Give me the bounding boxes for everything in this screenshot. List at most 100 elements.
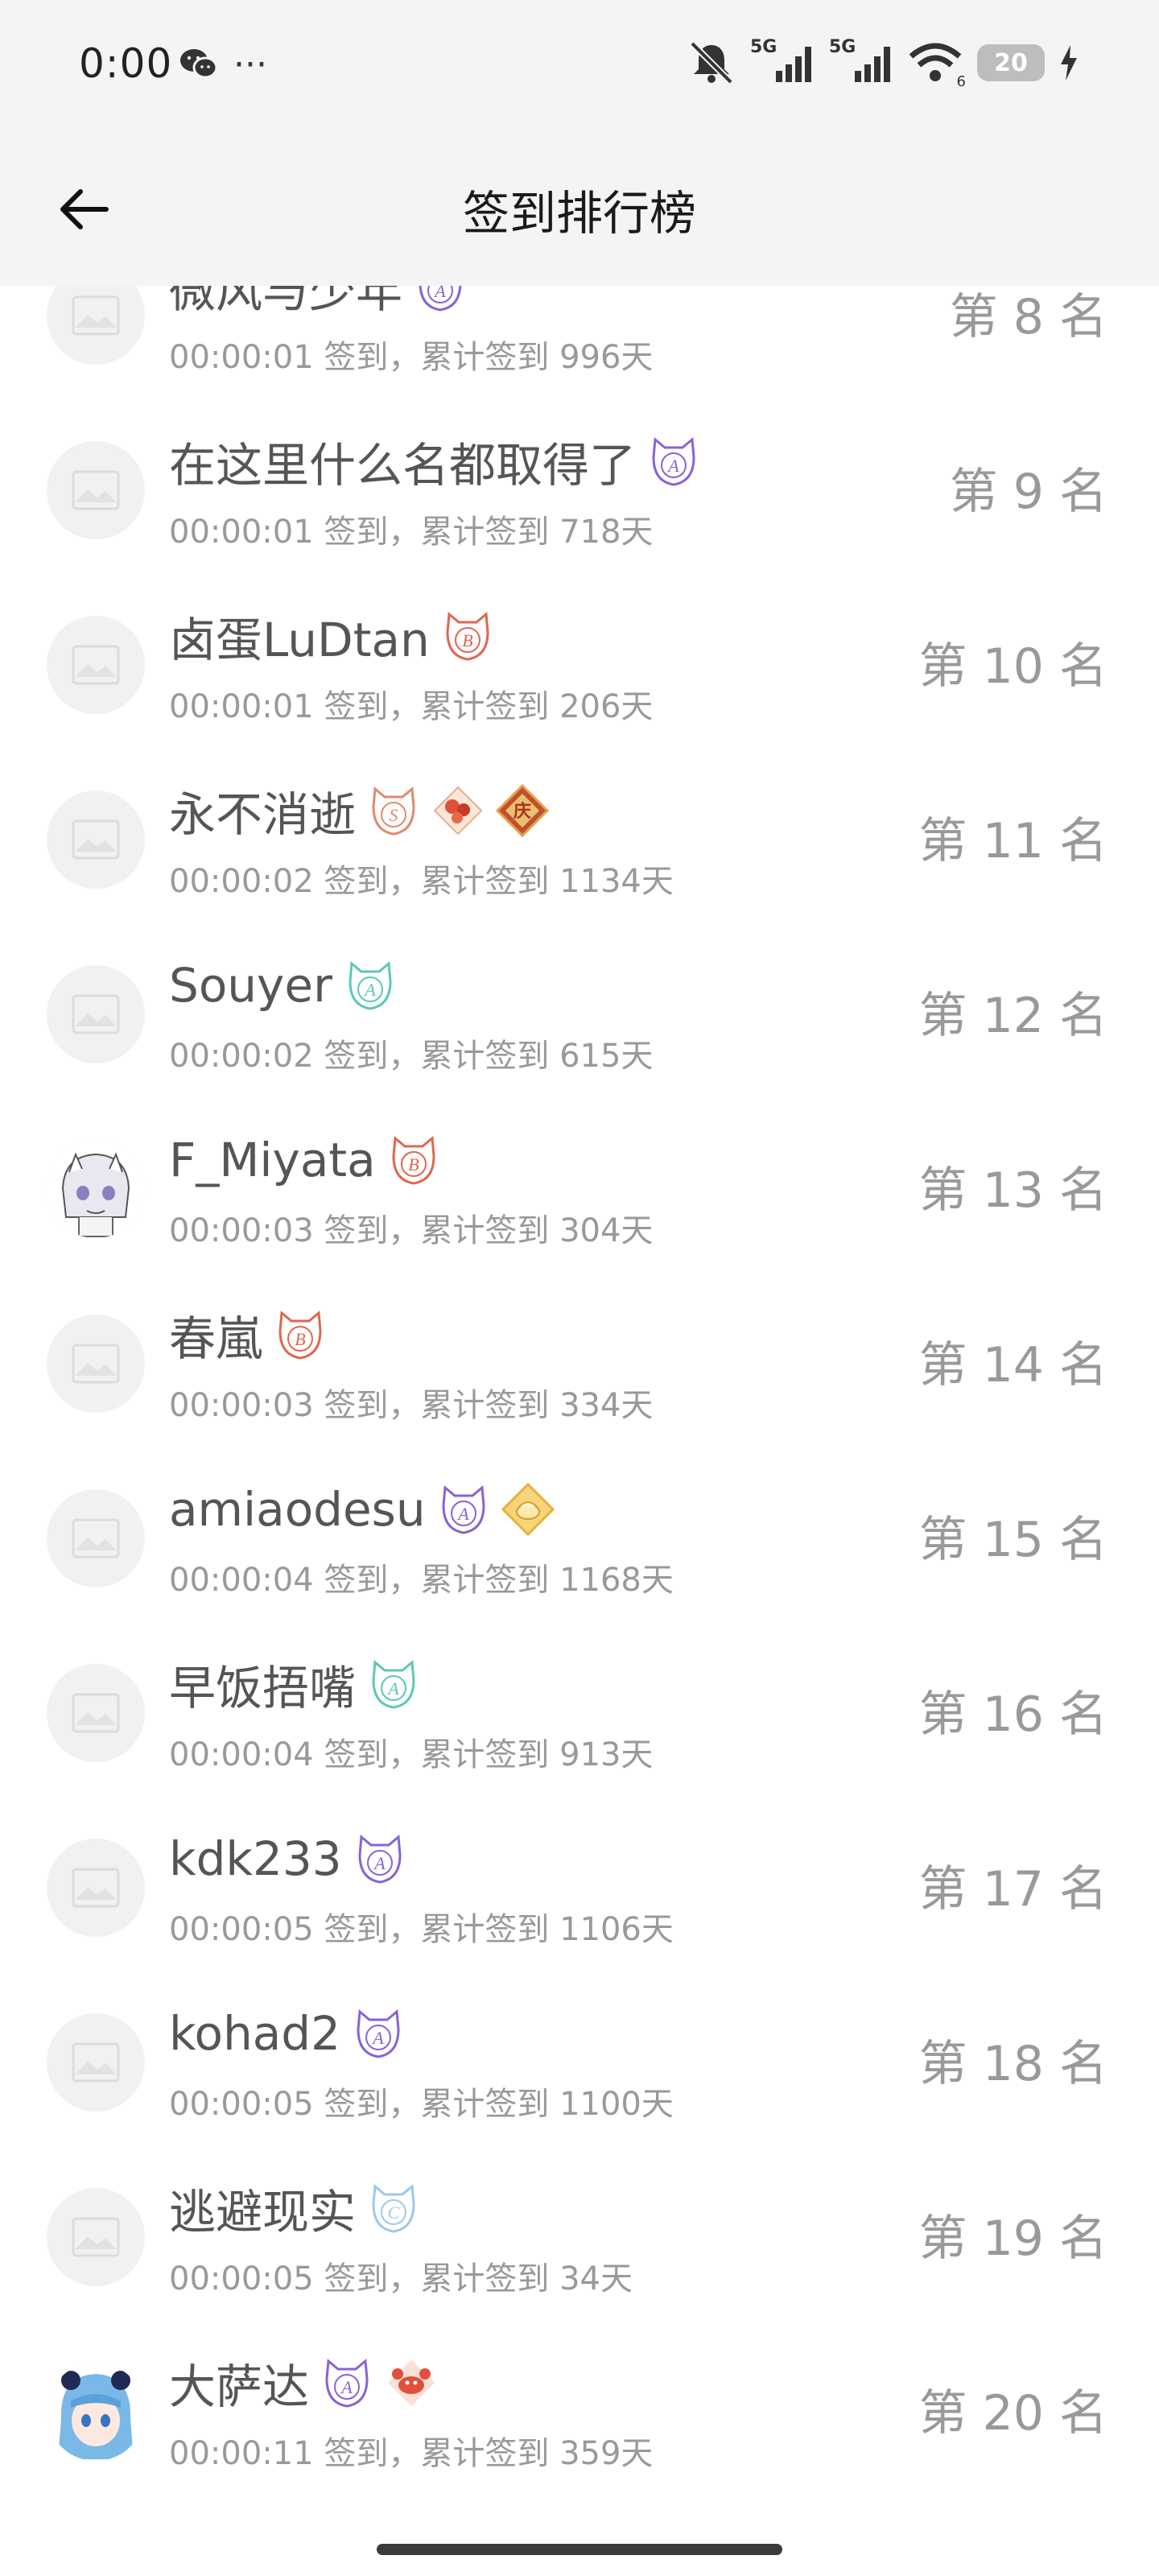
checkin-info: 00:00:02 签到，累计签到 615天 — [169, 1038, 654, 1075]
checkin-info: 00:00:03 签到，累计签到 334天 — [169, 1387, 654, 1424]
image-placeholder-icon — [72, 994, 120, 1034]
rank-label: 第 8 名 — [949, 289, 1107, 345]
rank-label: 第 15 名 — [918, 1512, 1108, 1568]
user-avatar[interactable] — [47, 2188, 145, 2286]
signal-icon-2: 5G — [829, 37, 893, 85]
user-avatar[interactable] — [47, 1315, 145, 1413]
name-line: 大萨达 A — [169, 2348, 438, 2417]
rank-label: 第 17 名 — [918, 1861, 1108, 1918]
svg-text:C: C — [388, 2202, 400, 2223]
image-placeholder-icon — [72, 1518, 120, 1558]
charging-bolt-icon — [1061, 45, 1077, 80]
name-line: 早饭捂嘴 A — [169, 1649, 420, 1719]
user-avatar[interactable] — [47, 1140, 145, 1238]
ranking-row[interactable]: Souyer A 00:00:02 签到，累计签到 615天 第 12 名 — [0, 927, 1159, 1102]
name-line: 微风与少年 A — [169, 286, 467, 321]
ranking-row[interactable]: 微风与少年 A 00:00:01 签到，累计签到 996天 第 8 名 — [0, 286, 1159, 403]
svg-text:A: A — [456, 1504, 469, 1524]
wechat-icon — [180, 49, 218, 79]
user-name[interactable]: 卤蛋LuDtan — [169, 602, 430, 670]
name-line: kohad2 A — [169, 1999, 405, 2068]
ranking-row[interactable]: kohad2 A 00:00:05 签到，累计签到 1100天 第 18 名 — [0, 1975, 1159, 2150]
checkin-info: 00:00:01 签到，累计签到 206天 — [169, 688, 654, 725]
cat-badge-A-icon: A — [652, 437, 695, 486]
name-line: 春嵐 B — [169, 1300, 327, 1369]
user-avatar[interactable] — [47, 2013, 145, 2112]
wifi-icon: 6 — [908, 40, 966, 90]
name-line: 逃避现实 C — [169, 2174, 420, 2243]
cat-badge-A-icon: A — [358, 1835, 402, 1884]
cat-badge-B-icon: B — [278, 1311, 322, 1360]
rank-label: 第 16 名 — [918, 1686, 1108, 1743]
ranking-row[interactable]: kdk233 A 00:00:05 签到，累计签到 1106天 第 17 名 — [0, 1800, 1159, 1975]
ranking-list[interactable]: 微风与少年 A 00:00:01 签到，累计签到 996天 第 8 名在这里什么名都取… — [0, 286, 1159, 2508]
user-avatar[interactable] — [47, 286, 145, 365]
checkin-info: 00:00:03 签到，累计签到 304天 — [169, 1212, 654, 1249]
user-name[interactable]: 大萨达 — [169, 2349, 309, 2417]
user-avatar[interactable] — [47, 1664, 145, 1762]
user-avatar[interactable] — [47, 1839, 145, 1937]
ranking-row[interactable]: 春嵐 B 00:00:03 签到，累计签到 334天 第 14 名 — [0, 1276, 1159, 1451]
name-line: 卤蛋LuDtan B — [169, 601, 494, 671]
user-avatar[interactable] — [47, 965, 145, 1063]
image-placeholder-icon — [72, 295, 120, 336]
ranking-row[interactable]: F_Miyata B 00:00:03 签到，累计签到 304天 第 13 名 — [0, 1101, 1159, 1277]
ranking-row[interactable]: 在这里什么名都取得了 A 00:00:01 签到，累计签到 718天 第 9 名 — [0, 402, 1159, 578]
image-placeholder-icon — [72, 1693, 120, 1733]
ranking-row[interactable]: 永不消逝 S 庆 00:00:02 签到，累计签到 1134天 第 11 名 — [0, 752, 1159, 927]
gold-medal-icon — [501, 1483, 555, 1536]
user-name[interactable]: 逃避现实 — [169, 2174, 356, 2242]
flower-medal-icon — [433, 786, 483, 836]
user-avatar[interactable] — [47, 441, 145, 539]
svg-text:A: A — [373, 1853, 386, 1873]
checkin-info: 00:00:01 签到，累计签到 718天 — [169, 514, 654, 551]
name-line: 在这里什么名都取得了 A — [169, 427, 700, 496]
cat-badge-B-icon: B — [392, 1136, 435, 1185]
checkin-info: 00:00:04 签到，累计签到 913天 — [169, 1736, 654, 1773]
user-name[interactable]: 在这里什么名都取得了 — [169, 427, 636, 495]
image-placeholder-icon — [72, 1868, 120, 1908]
rank-label: 第 11 名 — [918, 813, 1108, 869]
cat-badge-A-icon: A — [325, 2359, 369, 2408]
user-avatar[interactable] — [47, 1489, 145, 1587]
svg-text:B: B — [295, 1329, 305, 1349]
user-name[interactable]: 早饭捂嘴 — [169, 1650, 356, 1718]
more-notifications-icon: ··· — [233, 44, 267, 85]
rank-label: 第 12 名 — [918, 988, 1108, 1044]
checkin-info: 00:00:05 签到，累计签到 34天 — [169, 2260, 633, 2297]
cat-badge-A-icon: A — [442, 1485, 485, 1534]
user-name[interactable]: kdk233 — [169, 1831, 342, 1886]
rank-label: 第 13 名 — [918, 1162, 1108, 1219]
cat-badge-A-icon: A — [357, 2009, 400, 2058]
user-name[interactable]: Souyer — [169, 958, 332, 1013]
name-line: 永不消逝 S 庆 — [169, 776, 550, 845]
user-avatar[interactable] — [47, 616, 145, 714]
rank-label: 第 9 名 — [949, 464, 1107, 520]
ranking-row[interactable]: 逃避现实 C 00:00:05 签到，累计签到 34天 第 19 名 — [0, 2149, 1159, 2325]
ranking-row[interactable]: 卤蛋LuDtan B 00:00:01 签到，累计签到 206天 第 10 名 — [0, 577, 1159, 753]
image-placeholder-icon — [72, 470, 120, 510]
user-name[interactable]: kohad2 — [169, 2006, 340, 2061]
user-name[interactable]: F_Miyata — [169, 1133, 376, 1187]
cat-badge-B-icon: B — [446, 612, 489, 661]
svg-text:庆: 庆 — [514, 801, 531, 822]
cat-badge-A-icon: A — [349, 961, 392, 1010]
home-indicator[interactable] — [377, 2544, 782, 2555]
ranking-row[interactable]: 早饭捂嘴 A 00:00:04 签到，累计签到 913天 第 16 名 — [0, 1625, 1159, 1801]
name-line: amiaodesu A — [169, 1475, 555, 1544]
svg-text:A: A — [666, 456, 679, 476]
cat-badge-A-icon: A — [372, 1660, 415, 1709]
ranking-row[interactable]: amiaodesu A 00:00:04 签到，累计签到 1168天 第 15 名 — [0, 1451, 1159, 1626]
user-name[interactable]: 春嵐 — [169, 1301, 262, 1368]
checkin-info: 00:00:01 签到，累计签到 996天 — [169, 339, 654, 376]
user-avatar[interactable] — [47, 791, 145, 889]
battery-icon: 20 — [977, 44, 1045, 81]
user-avatar[interactable] — [47, 2363, 145, 2461]
ranking-row[interactable]: 大萨达 A 00:00:11 签到，累计签到 359天 第 20 名 — [0, 2324, 1159, 2500]
svg-text:A: A — [433, 286, 446, 301]
checkin-info: 00:00:05 签到，累计签到 1100天 — [169, 2086, 674, 2123]
user-name[interactable]: 微风与少年 — [169, 286, 402, 320]
user-name[interactable]: 永不消逝 — [169, 777, 356, 844]
user-name[interactable]: amiaodesu — [169, 1482, 426, 1537]
svg-text:A: A — [371, 2028, 384, 2048]
